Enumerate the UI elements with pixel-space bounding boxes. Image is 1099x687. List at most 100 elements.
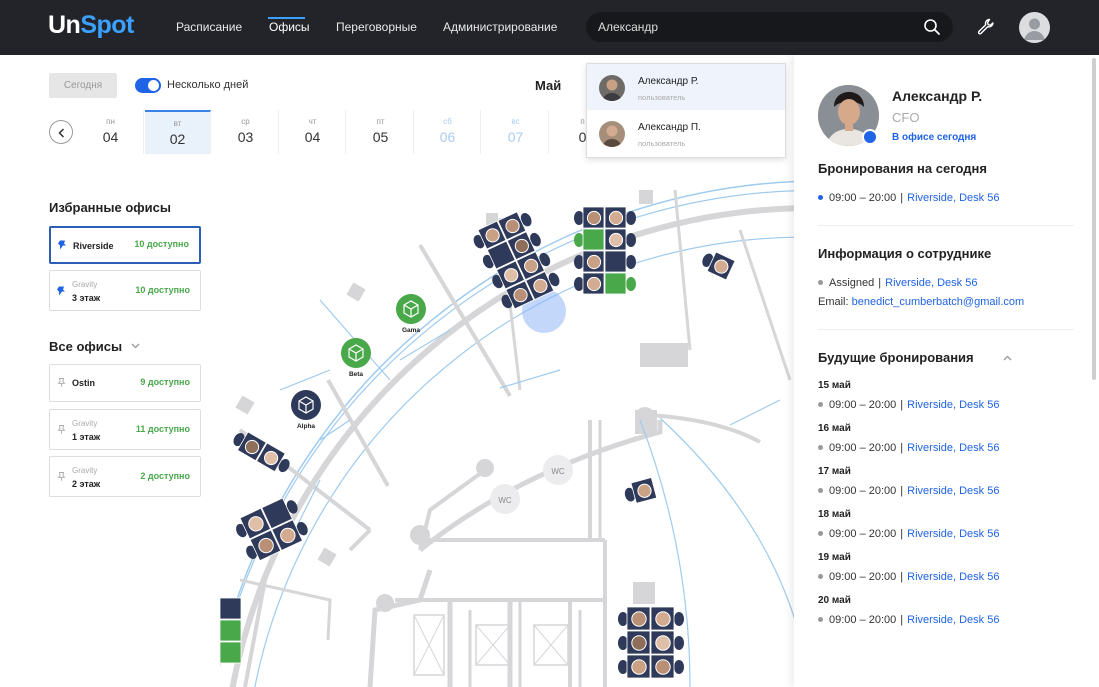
pin-icon[interactable] xyxy=(56,285,67,296)
desk[interactable] xyxy=(574,228,605,251)
divider xyxy=(818,329,1074,330)
day-number: 06 xyxy=(439,129,456,145)
assigned-label: Assigned xyxy=(829,277,875,289)
booking-place-link[interactable]: Riverside, Desk 56 xyxy=(907,485,999,497)
future-booking: 09:00 – 20:00 | Riverside, Desk 56 xyxy=(818,442,999,454)
multi-days-toggle[interactable] xyxy=(135,78,161,93)
booking-place-link[interactable]: Riverside, Desk 56 xyxy=(907,614,999,626)
booking-place-link[interactable]: Riverside, Desk 56 xyxy=(907,571,999,583)
desk-cluster xyxy=(220,597,242,664)
booking-place-link[interactable]: Riverside, Desk 56 xyxy=(907,399,999,411)
employee-name: Александр Р. xyxy=(892,88,983,104)
office-card[interactable]: Ostin 9 доступно xyxy=(49,364,201,402)
divider xyxy=(818,225,1074,226)
desk[interactable] xyxy=(604,206,636,229)
logo[interactable]: UnSpot xyxy=(48,11,134,40)
nav-rooms[interactable]: Переговорные xyxy=(336,20,417,34)
pin-icon[interactable] xyxy=(56,471,67,482)
desk[interactable] xyxy=(699,248,736,281)
top-bar: UnSpot Расписание Офисы Переговорные Адм… xyxy=(0,0,1099,55)
floor-plan: WC WC Gama Beta Alpha xyxy=(220,180,795,687)
assigned-dot xyxy=(818,279,823,285)
office-building: Gravity xyxy=(72,418,98,428)
assigned-place-link[interactable]: Riverside, Desk 56 xyxy=(885,277,977,289)
booking-date: 19 май xyxy=(818,552,851,563)
nav-admin[interactable]: Администрирование xyxy=(443,20,557,34)
status-indicator xyxy=(862,129,878,145)
desk[interactable] xyxy=(618,630,651,655)
desk-cluster xyxy=(622,477,658,506)
booking-dot xyxy=(818,401,823,407)
desk[interactable] xyxy=(650,630,684,655)
email-link[interactable]: benedict_cumberbatch@gmail.com xyxy=(852,296,1025,308)
nav-offices[interactable]: Офисы xyxy=(269,20,310,34)
day-of-week: вс xyxy=(511,117,520,126)
office-name: 2 этаж xyxy=(72,478,101,489)
toggle-knob xyxy=(148,80,159,91)
desk[interactable] xyxy=(618,654,651,679)
nav-active-indicator xyxy=(268,17,305,19)
office-card[interactable]: Gravity 3 этаж 10 доступно xyxy=(49,270,201,311)
booking-place-link[interactable]: Riverside, Desk 56 xyxy=(907,192,999,204)
employee-role: CFO xyxy=(892,110,920,125)
today-button[interactable]: Сегодня xyxy=(49,73,117,98)
desk[interactable] xyxy=(574,272,605,295)
office-card[interactable]: Gravity 2 этаж 2 доступно xyxy=(49,456,201,497)
desk[interactable] xyxy=(618,606,651,631)
office-name: Ostin xyxy=(72,378,96,388)
room-beta-marker[interactable]: Beta xyxy=(341,338,371,378)
wrench-icon[interactable] xyxy=(976,17,996,37)
room-alpha-marker[interactable]: Alpha xyxy=(291,390,321,430)
future-booking: 09:00 – 20:00 | Riverside, Desk 56 xyxy=(818,399,999,411)
date-cell[interactable]: пт 05 xyxy=(348,110,414,154)
date-cell[interactable]: пн 04 xyxy=(78,110,144,154)
email-label: Email: xyxy=(818,296,849,308)
booking-place-link[interactable]: Riverside, Desk 56 xyxy=(907,442,999,454)
user-icon xyxy=(1024,18,1045,40)
search-result-item[interactable]: Александр П. пользователь xyxy=(587,110,785,156)
desk[interactable] xyxy=(622,477,658,506)
search-input[interactable]: Александр xyxy=(586,12,953,42)
future-bookings-title: Будущие бронирования xyxy=(818,350,974,365)
desk[interactable] xyxy=(604,250,636,273)
pin-icon[interactable] xyxy=(56,377,67,388)
desk[interactable] xyxy=(604,272,636,295)
booking-place-link[interactable]: Riverside, Desk 56 xyxy=(907,528,999,540)
desk[interactable] xyxy=(574,206,605,229)
desk[interactable] xyxy=(220,597,242,620)
day-number: 04 xyxy=(304,129,321,145)
pin-icon[interactable] xyxy=(56,424,67,435)
desk[interactable] xyxy=(650,606,684,631)
desk-cluster xyxy=(574,206,636,295)
date-cell[interactable]: вт 02 xyxy=(145,110,211,154)
booking-dot xyxy=(818,573,823,579)
chevron-down-icon[interactable] xyxy=(130,340,141,351)
booking-time: 09:00 – 20:00 xyxy=(829,571,897,583)
prev-date-button[interactable] xyxy=(49,120,73,144)
pin-icon[interactable] xyxy=(57,239,68,250)
date-cell[interactable]: ср 03 xyxy=(213,110,279,154)
future-booking: 09:00 – 20:00 | Riverside, Desk 56 xyxy=(818,571,999,583)
day-of-week: пт xyxy=(376,117,385,126)
office-card[interactable]: Riverside 10 доступно xyxy=(49,226,201,264)
nav-schedule[interactable]: Расписание xyxy=(176,20,242,34)
date-cell[interactable]: чт 04 xyxy=(280,110,346,154)
search-result-item[interactable]: Александр Р. пользователь xyxy=(587,64,785,110)
search-icon[interactable] xyxy=(923,18,941,36)
desk[interactable] xyxy=(220,641,242,664)
booking-time: 09:00 – 20:00 xyxy=(829,442,897,454)
booking-date: 17 май xyxy=(818,466,851,477)
wc-label-1: WC xyxy=(498,496,512,505)
search-results-dropdown: Александр Р. пользователь Александр П. п… xyxy=(586,63,786,158)
desk[interactable] xyxy=(220,619,242,642)
date-cell[interactable]: сб 06 xyxy=(415,110,481,154)
date-cell[interactable]: вс 07 xyxy=(483,110,549,154)
desk[interactable] xyxy=(604,228,636,251)
booking-date: 16 май xyxy=(818,423,851,434)
floor-map[interactable]: WC WC Gama Beta Alpha xyxy=(220,170,795,687)
user-avatar[interactable] xyxy=(1019,12,1050,43)
desk[interactable] xyxy=(650,654,684,679)
panel-scrollbar[interactable] xyxy=(1092,58,1096,380)
office-card[interactable]: Gravity 1 этаж 11 доступно xyxy=(49,409,201,450)
chevron-up-icon[interactable] xyxy=(1002,353,1013,364)
